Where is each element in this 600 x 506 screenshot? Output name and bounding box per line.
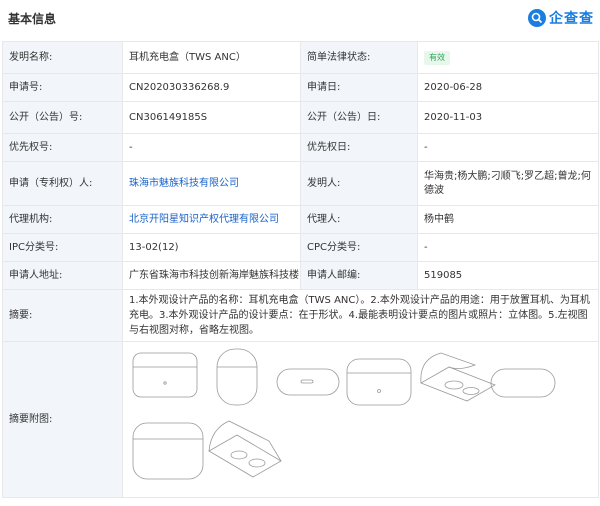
patent-drawings[interactable]: [129, 345, 581, 495]
postcode-label: 申请人邮编:: [300, 261, 418, 290]
table-row: 申请人地址: 广东省珠海市科技创新海岸魅族科技楼 申请人邮编: 519085: [2, 261, 599, 290]
applicant-cell: 珠海市魅族科技有限公司: [122, 161, 301, 206]
ipc-value: 13-02(12): [122, 233, 301, 262]
applicant-label: 申请（专利权）人:: [2, 161, 123, 206]
priority-date-value: -: [417, 133, 599, 162]
agent-label: 代理人:: [300, 205, 418, 234]
agency-link[interactable]: 北京开阳星知识产权代理有限公司: [129, 214, 279, 225]
ipc-label: IPC分类号:: [2, 233, 123, 262]
design-name-value: 耳机充电盒（TWS ANC）: [122, 41, 301, 74]
inventor-label: 发明人:: [300, 161, 418, 206]
cpc-value: -: [417, 233, 599, 262]
abstract-drawing-cell: [122, 341, 599, 498]
table-row: 代理机构: 北京开阳星知识产权代理有限公司 代理人: 杨中鹤: [2, 205, 599, 234]
abstract-text: 1.本外观设计产品的名称：耳机充电盒（TWS ANC）。2.本外观设计产品的用途…: [122, 289, 599, 342]
section-header: 基本信息 企查查: [0, 0, 600, 36]
postcode-value: 519085: [417, 261, 599, 290]
brand-logo[interactable]: 企查查: [528, 8, 594, 28]
applicant-link[interactable]: 珠海市魅族科技有限公司: [129, 178, 239, 189]
agent-value: 杨中鹤: [417, 205, 599, 234]
table-row: IPC分类号: 13-02(12) CPC分类号: -: [2, 233, 599, 262]
table-row: 申请（专利权）人: 珠海市魅族科技有限公司 发明人: 华海贵;杨大鹏;刁顺飞;罗…: [2, 161, 599, 206]
legal-status-label: 简单法律状态:: [300, 41, 418, 74]
section-title: 基本信息: [8, 12, 57, 26]
table-row: 申请号: CN202030336268.9 申请日: 2020-06-28: [2, 73, 599, 102]
app-no-label: 申请号:: [2, 73, 123, 102]
address-value: 广东省珠海市科技创新海岸魅族科技楼: [122, 261, 301, 290]
priority-date-label: 优先权日:: [300, 133, 418, 162]
inventor-value: 华海贵;杨大鹏;刁顺飞;罗乙超;曾龙;何德波: [417, 161, 599, 206]
patent-info-table: 发明名称: 耳机充电盒（TWS ANC） 简单法律状态: 有效 申请号: CN2…: [2, 41, 599, 498]
pub-date-label: 公开（公告）日:: [300, 101, 418, 134]
agency-cell: 北京开阳星知识产权代理有限公司: [122, 205, 301, 234]
earphone-case-drawings: [132, 348, 556, 479]
legal-status-cell: 有效: [417, 41, 599, 74]
status-badge: 有效: [424, 50, 450, 65]
table-row: 摘要: 1.本外观设计产品的名称：耳机充电盒（TWS ANC）。2.本外观设计产…: [2, 289, 599, 342]
table-row: 摘要附图:: [2, 341, 599, 498]
agency-label: 代理机构:: [2, 205, 123, 234]
app-date-value: 2020-06-28: [417, 73, 599, 102]
app-no-value: CN202030336268.9: [122, 73, 301, 102]
pub-no-label: 公开（公告）号:: [2, 101, 123, 134]
brand-name: 企查查: [549, 11, 594, 27]
qichacha-logo-icon: [528, 9, 546, 27]
app-date-label: 申请日:: [300, 73, 418, 102]
pub-no-value: CN306149185S: [122, 101, 301, 134]
abstract-label: 摘要:: [2, 289, 123, 342]
priority-value: -: [122, 133, 301, 162]
table-row: 发明名称: 耳机充电盒（TWS ANC） 简单法律状态: 有效: [2, 41, 599, 74]
pub-date-value: 2020-11-03: [417, 101, 599, 134]
priority-label: 优先权号:: [2, 133, 123, 162]
table-row: 优先权号: - 优先权日: -: [2, 133, 599, 162]
table-row: 公开（公告）号: CN306149185S 公开（公告）日: 2020-11-0…: [2, 101, 599, 134]
cpc-label: CPC分类号:: [300, 233, 418, 262]
address-label: 申请人地址:: [2, 261, 123, 290]
design-name-label: 发明名称:: [2, 41, 123, 74]
drawing-label: 摘要附图:: [2, 341, 123, 498]
